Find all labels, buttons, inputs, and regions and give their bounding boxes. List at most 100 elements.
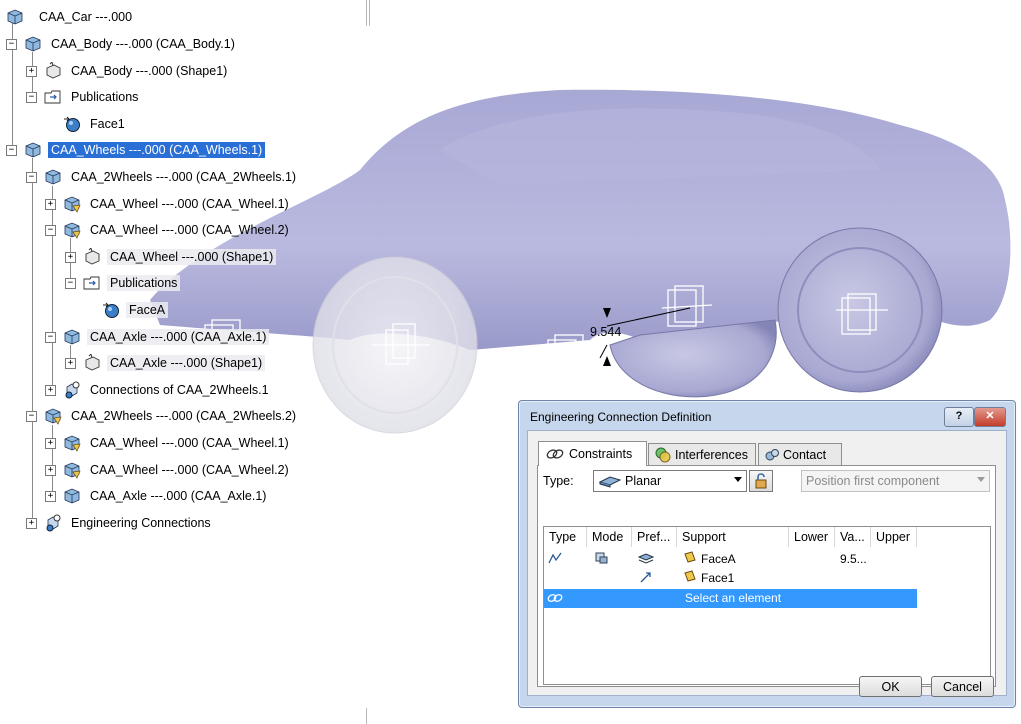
tree-node-label[interactable]: Connections of CAA_2Wheels.1: [87, 382, 272, 398]
tree-node-label[interactable]: CAA_Body ---.000 (CAA_Body.1): [48, 36, 238, 52]
product-icon: [64, 329, 80, 345]
type-select[interactable]: Planar: [593, 470, 747, 492]
constraints-table[interactable]: Type Mode Pref... Support Lower Va... Up…: [543, 526, 991, 685]
offset-type-icon: [548, 552, 562, 564]
dialog-body: Constraints Interferences Contact Type: …: [527, 430, 1007, 696]
product-y-icon: [64, 435, 81, 452]
face-icon: [684, 551, 696, 563]
tree-node-label[interactable]: Face1: [87, 116, 128, 132]
expand-icon[interactable]: +: [45, 384, 56, 396]
expand-icon[interactable]: +: [45, 491, 56, 503]
tree-node-label[interactable]: CAA_Body ---.000 (Shape1): [68, 63, 230, 79]
product-y-icon: [64, 462, 81, 479]
collapse-icon[interactable]: −: [26, 172, 37, 183]
tree-node[interactable]: CAA_Body ---.000 (Shape1): [44, 61, 230, 81]
tree-node[interactable]: CAA_Wheel ---.000 (CAA_Wheel.2): [63, 460, 292, 480]
column-header-value[interactable]: Va...: [835, 527, 871, 547]
expand-icon[interactable]: +: [26, 517, 37, 529]
tree-node[interactable]: CAA_Wheel ---.000 (CAA_Wheel.1): [63, 433, 292, 453]
lock-button[interactable]: [749, 470, 773, 492]
tree-node-label[interactable]: CAA_Wheel ---.000 (CAA_Wheel.2): [87, 462, 292, 478]
tree-node-label[interactable]: CAA_Wheel ---.000 (CAA_Wheel.1): [87, 196, 292, 212]
tree-node-label[interactable]: FaceA: [126, 302, 169, 318]
collapse-icon[interactable]: −: [26, 411, 37, 423]
tree-node[interactable]: CAA_Wheels ---.000 (CAA_Wheels.1): [24, 140, 267, 160]
tree-node-label[interactable]: CAA_2Wheels ---.000 (CAA_2Wheels.1): [68, 169, 299, 185]
tab-constraints[interactable]: Constraints: [538, 441, 647, 466]
row-value[interactable]: 9.5...: [840, 552, 867, 566]
tree-node[interactable]: Engineering Connections: [44, 513, 214, 533]
tree-node[interactable]: Face1: [63, 114, 128, 134]
tree-node-label[interactable]: CAA_Wheel ---.000 (CAA_Wheel.2): [87, 222, 292, 238]
tree-node-label[interactable]: CAA_Wheel ---.000 (CAA_Wheel.1): [87, 435, 292, 451]
product-icon: [25, 142, 41, 158]
row-support[interactable]: Face1: [701, 571, 734, 585]
tree-node[interactable]: CAA_Wheel ---.000 (CAA_Wheel.2): [63, 220, 292, 240]
expand-icon[interactable]: +: [65, 251, 76, 263]
product-y-icon: [45, 408, 62, 426]
column-header-pref[interactable]: Pref...: [632, 527, 677, 547]
tree-node[interactable]: FaceA: [102, 300, 169, 320]
position-select[interactable]: Position first component: [801, 470, 990, 492]
publication-icon: [103, 302, 119, 318]
tree-node-label[interactable]: CAA_Axle ---.000 (CAA_Axle.1): [87, 488, 269, 504]
collapse-icon[interactable]: −: [26, 92, 37, 104]
collapse-icon[interactable]: −: [65, 278, 76, 290]
part-icon: [46, 61, 61, 79]
tree-connector: [32, 158, 33, 524]
expand-icon[interactable]: +: [45, 198, 56, 210]
column-header-support[interactable]: Support: [677, 527, 789, 547]
connections-icon: [65, 381, 80, 399]
tree-node[interactable]: CAA_2Wheels ---.000 (CAA_2Wheels.1): [44, 167, 299, 187]
tree-node[interactable]: CAA_2Wheels ---.000 (CAA_2Wheels.2): [44, 406, 299, 426]
ok-button[interactable]: OK: [859, 676, 922, 697]
column-header-upper[interactable]: Upper: [871, 527, 917, 547]
tree-node-label[interactable]: Engineering Connections: [68, 515, 214, 531]
tree-node-label[interactable]: Publications: [107, 275, 181, 292]
tree-node-label[interactable]: CAA_2Wheels ---.000 (CAA_2Wheels.2): [68, 408, 299, 424]
tree-node[interactable]: Publications: [83, 273, 181, 293]
tree-node-label[interactable]: Publications: [68, 89, 141, 105]
chevron-down-icon: [977, 477, 985, 482]
engineering-connection-dialog[interactable]: Engineering Connection Definition ? ✕ Co…: [518, 400, 1016, 708]
expand-icon[interactable]: +: [26, 65, 37, 77]
select-element-row[interactable]: Select an element: [544, 589, 917, 608]
close-button[interactable]: ✕: [974, 407, 1006, 427]
collapse-icon[interactable]: −: [45, 331, 56, 343]
row-support[interactable]: FaceA: [701, 552, 736, 566]
tree-node[interactable]: Publications: [44, 87, 141, 107]
tree-node[interactable]: CAA_Wheel ---.000 (Shape1): [83, 247, 277, 267]
dimension-value: 9.544: [590, 325, 622, 339]
tree-node-label[interactable]: CAA_Axle ---.000 (CAA_Axle.1): [87, 328, 270, 345]
tab-interferences[interactable]: Interferences: [648, 443, 756, 465]
tab-contact[interactable]: Contact: [758, 443, 842, 465]
splitter-line-2: [369, 0, 370, 26]
tree-root[interactable]: CAA_Car ---.000: [6, 7, 135, 27]
expand-icon[interactable]: +: [65, 358, 76, 370]
tree-node-label[interactable]: CAA_Wheel ---.000 (Shape1): [107, 248, 277, 265]
tree-node[interactable]: CAA_Axle ---.000 (CAA_Axle.1): [63, 486, 269, 506]
expand-icon[interactable]: +: [45, 438, 56, 449]
column-header-mode[interactable]: Mode: [587, 527, 632, 547]
collapse-icon[interactable]: −: [45, 225, 56, 237]
tree-node[interactable]: Connections of CAA_2Wheels.1: [63, 380, 272, 400]
tree-node[interactable]: CAA_Axle ---.000 (CAA_Axle.1): [63, 327, 270, 347]
expand-icon[interactable]: +: [45, 464, 56, 476]
position-select-value: Position first component: [806, 474, 940, 488]
help-button[interactable]: ?: [944, 407, 974, 427]
product-icon: [64, 488, 80, 504]
tree-node-label[interactable]: CAA_Axle ---.000 (Shape1): [107, 355, 266, 372]
tree-node[interactable]: CAA_Wheel ---.000 (CAA_Wheel.1): [63, 194, 292, 214]
type-select-value: Planar: [625, 474, 662, 488]
cancel-button[interactable]: Cancel: [931, 676, 994, 697]
tree-node[interactable]: CAA_Body ---.000 (CAA_Body.1): [24, 34, 238, 54]
type-label: Type:: [543, 474, 574, 488]
collapse-icon[interactable]: −: [6, 145, 17, 157]
tree-node-label[interactable]: CAA_Wheels ---.000 (CAA_Wheels.1): [46, 141, 267, 160]
column-header-lower[interactable]: Lower: [789, 527, 835, 547]
column-header-type[interactable]: Type: [544, 527, 587, 547]
folder-icon: [83, 276, 100, 290]
tree-node[interactable]: CAA_Axle ---.000 (Shape1): [83, 353, 266, 373]
collapse-icon[interactable]: −: [6, 39, 17, 50]
tree-root-label[interactable]: CAA_Car ---.000: [36, 9, 135, 25]
